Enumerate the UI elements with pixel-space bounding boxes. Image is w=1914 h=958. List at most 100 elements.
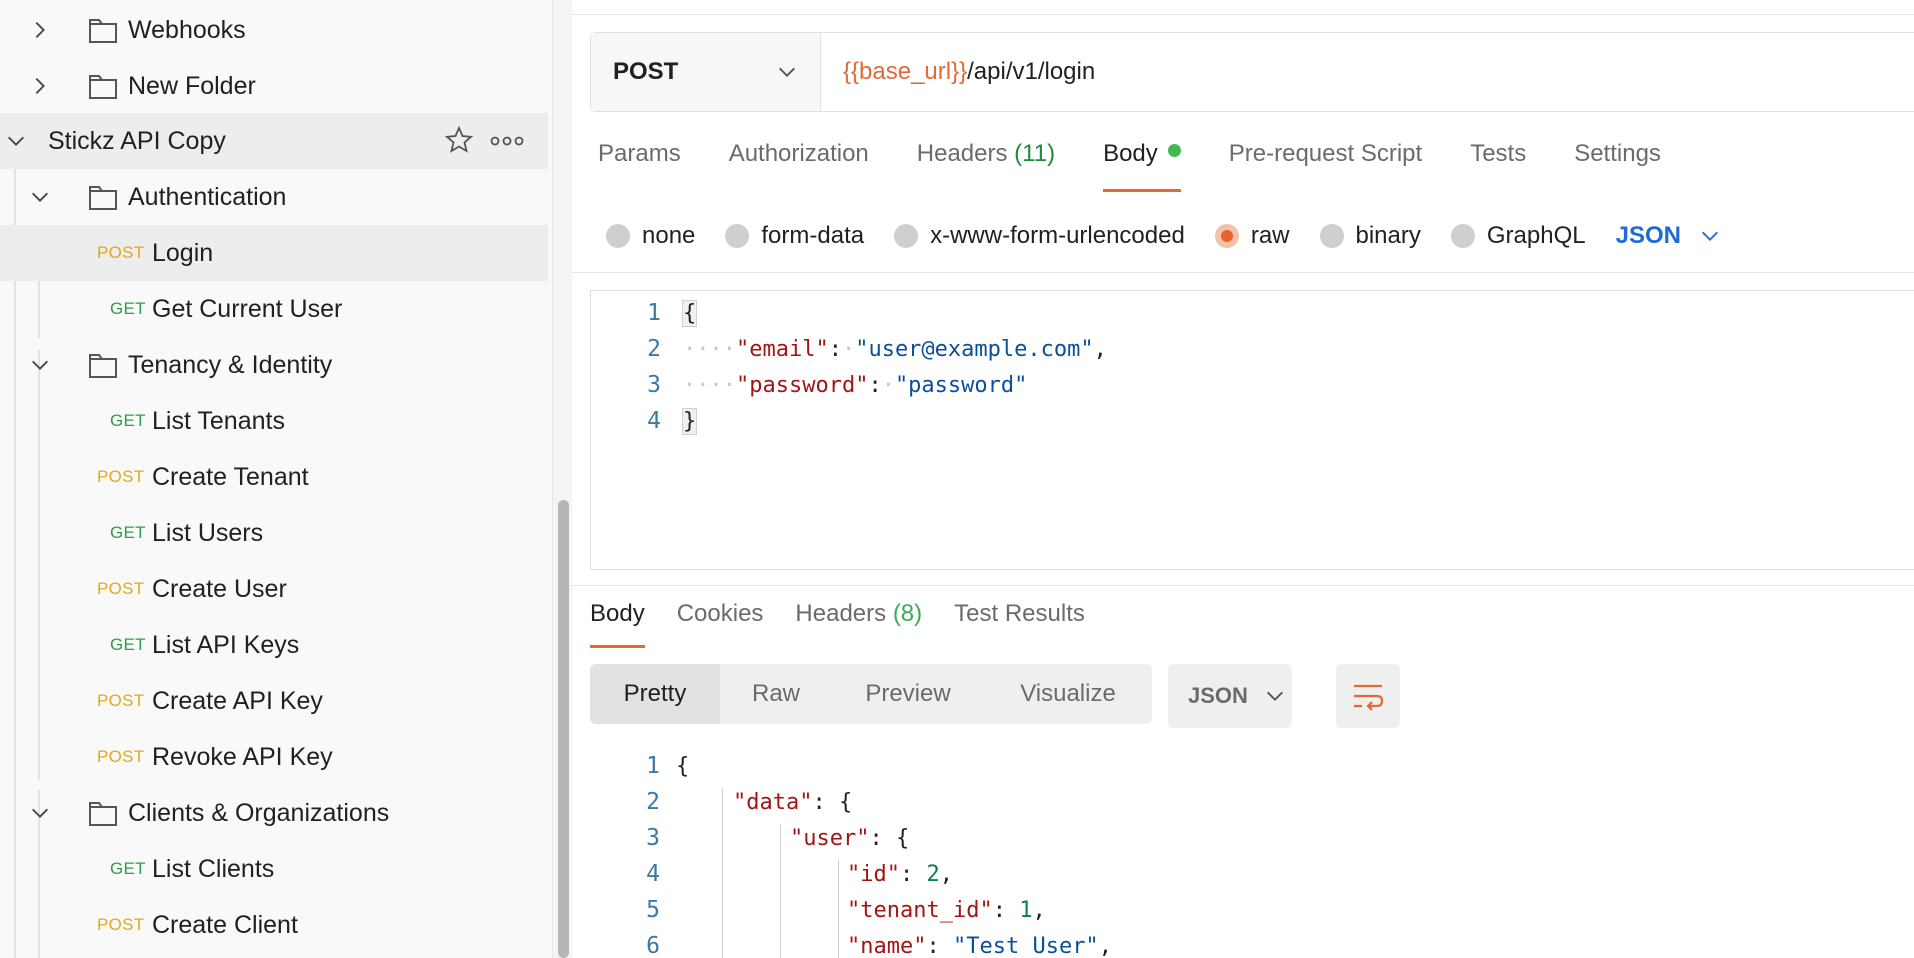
sidebar-item-label: List Tenants	[152, 406, 285, 435]
collections-sidebar: Webhooks New Folder Stickz API Copy Auth…	[0, 0, 552, 958]
radio-label: form-data	[761, 222, 865, 249]
sidebar-scrollbar[interactable]	[552, 0, 572, 958]
sidebar-request-create-api-key[interactable]: POST Create API Key	[0, 673, 548, 729]
radio-button-selected[interactable]	[1214, 224, 1239, 248]
scrollbar-thumb[interactable]	[558, 500, 569, 958]
response-body-viewer[interactable]: 1 { 2 "data": { 3 "user": { 4 "id": 2, 5…	[590, 748, 1914, 958]
line-number: 1	[647, 300, 661, 326]
response-tab-headers[interactable]: Headers (8)	[795, 600, 922, 648]
chevron-down-icon[interactable]	[28, 353, 52, 377]
divider	[572, 14, 1914, 15]
body-type-form-data[interactable]: form-data	[725, 222, 864, 250]
view-visualize-button[interactable]: Visualize	[984, 664, 1152, 724]
sidebar-request-create-tenant[interactable]: POST Create Tenant	[0, 449, 548, 505]
radio-button[interactable]	[894, 224, 919, 248]
tab-headers[interactable]: Headers (11)	[917, 140, 1055, 192]
radio-button[interactable]	[1319, 224, 1344, 248]
chevron-down-icon[interactable]	[28, 185, 52, 209]
chevron-down-icon	[1701, 231, 1718, 241]
url-path: /api/v1/login	[967, 58, 1096, 85]
view-raw-button[interactable]: Raw	[720, 664, 832, 724]
folder-icon	[89, 19, 117, 43]
radio-label: none	[642, 222, 696, 249]
chevron-right-icon[interactable]	[28, 74, 52, 98]
radio-button[interactable]	[725, 224, 750, 248]
body-type-selector: none form-data x-www-form-urlencoded raw…	[606, 216, 1721, 256]
body-type-none[interactable]: none	[606, 222, 695, 250]
chevron-right-icon[interactable]	[28, 18, 52, 42]
view-pretty-button[interactable]: Pretty	[590, 664, 720, 724]
sidebar-request-create-user[interactable]: POST Create User	[0, 561, 548, 617]
body-type-graphql[interactable]: GraphQL	[1450, 222, 1586, 250]
radio-label: raw	[1250, 222, 1290, 249]
method-badge-post: POST	[97, 747, 145, 766]
line-number: 2	[646, 789, 660, 815]
sidebar-item-label: New Folder	[128, 71, 256, 100]
body-type-binary[interactable]: binary	[1319, 222, 1421, 250]
tab-body[interactable]: Body	[1103, 140, 1181, 192]
body-type-urlencoded[interactable]: x-www-form-urlencoded	[894, 222, 1185, 250]
sidebar-request-list-api-keys[interactable]: GET List API Keys	[0, 617, 548, 673]
response-tab-body[interactable]: Body	[590, 600, 645, 648]
sidebar-item-label: Authentication	[128, 182, 287, 211]
sidebar-request-login[interactable]: POST Login	[0, 225, 548, 281]
sidebar-item-label: Login	[152, 238, 214, 267]
indent-guide	[780, 824, 781, 958]
radio-button[interactable]	[1450, 224, 1475, 248]
star-icon[interactable]	[444, 125, 474, 155]
sidebar-request-create-client[interactable]: POST Create Client	[0, 897, 548, 953]
sidebar-folder-authentication[interactable]: Authentication	[0, 169, 548, 225]
url-variable: {{base_url}}	[843, 58, 968, 85]
divider	[572, 272, 1914, 273]
code-text: "tenant_id": 1,	[847, 897, 1046, 923]
line-number: 5	[646, 897, 660, 923]
sidebar-folder-clients-organizations[interactable]: Clients & Organizations	[0, 785, 548, 841]
tab-authorization[interactable]: Authorization	[729, 140, 869, 192]
tab-tests[interactable]: Tests	[1470, 140, 1526, 192]
sidebar-item-label: Stickz API Copy	[48, 126, 226, 155]
status-dot	[1167, 144, 1181, 157]
sidebar-request-revoke-api-key[interactable]: POST Revoke API Key	[0, 729, 548, 785]
tab-pre-request-script[interactable]: Pre-request Script	[1229, 140, 1422, 192]
tab-settings[interactable]: Settings	[1574, 140, 1661, 192]
method-badge-get: GET	[110, 635, 146, 654]
sidebar-item-label: Get Current User	[152, 294, 343, 323]
sidebar-request-get-current-user[interactable]: GET Get Current User	[0, 281, 548, 337]
tab-label: Tests	[1470, 140, 1527, 167]
body-format-select[interactable]: JSON	[1616, 222, 1721, 250]
body-type-raw[interactable]: raw	[1214, 222, 1290, 250]
tab-label: Headers	[795, 600, 887, 627]
sidebar-folder-tenancy-identity[interactable]: Tenancy & Identity	[0, 337, 548, 393]
response-tab-test-results[interactable]: Test Results	[954, 600, 1085, 648]
sidebar-request-list-clients[interactable]: GET List Clients	[0, 841, 548, 897]
method-select[interactable]: POST	[591, 33, 821, 111]
chevron-down-icon[interactable]	[4, 129, 28, 153]
code-text: ····"email":·"user@example.com",	[683, 336, 1107, 362]
url-input[interactable]: {{base_url}}/api/v1/login	[821, 33, 1095, 111]
view-preview-button[interactable]: Preview	[832, 664, 984, 724]
tab-label: Params	[598, 140, 681, 167]
code-text: {	[676, 753, 690, 779]
sidebar-request-list-tenants[interactable]: GET List Tenants	[0, 393, 548, 449]
more-options-icon[interactable]	[490, 131, 524, 151]
chevron-down-icon[interactable]	[28, 801, 52, 825]
code-text: "user": {	[790, 825, 910, 851]
sidebar-request-list-users[interactable]: GET List Users	[0, 505, 548, 561]
tab-label: Pre-request Script	[1228, 140, 1423, 167]
code-text: {	[681, 299, 698, 327]
response-format-select[interactable]: JSON	[1168, 664, 1292, 728]
sidebar-folder-webhooks[interactable]: Webhooks	[0, 2, 548, 58]
sidebar-item-label: Create Tenant	[152, 462, 309, 491]
tab-label: Settings	[1574, 140, 1661, 167]
sidebar-folder-new-folder[interactable]: New Folder	[0, 58, 548, 114]
request-body-editor[interactable]: 1 { 2 ····"email":·"user@example.com", 3…	[590, 290, 1914, 570]
response-tab-cookies[interactable]: Cookies	[677, 600, 764, 648]
radio-button[interactable]	[606, 224, 630, 248]
sidebar-item-label: List Users	[152, 518, 264, 547]
tab-params[interactable]: Params	[598, 140, 681, 192]
sidebar-collection-stickz-api-copy[interactable]: Stickz API Copy	[0, 113, 548, 169]
sidebar-item-label: List Clients	[152, 854, 275, 883]
wrap-lines-icon	[1354, 684, 1384, 711]
wrap-lines-button[interactable]	[1336, 664, 1400, 728]
tab-label: Cookies	[676, 600, 764, 627]
